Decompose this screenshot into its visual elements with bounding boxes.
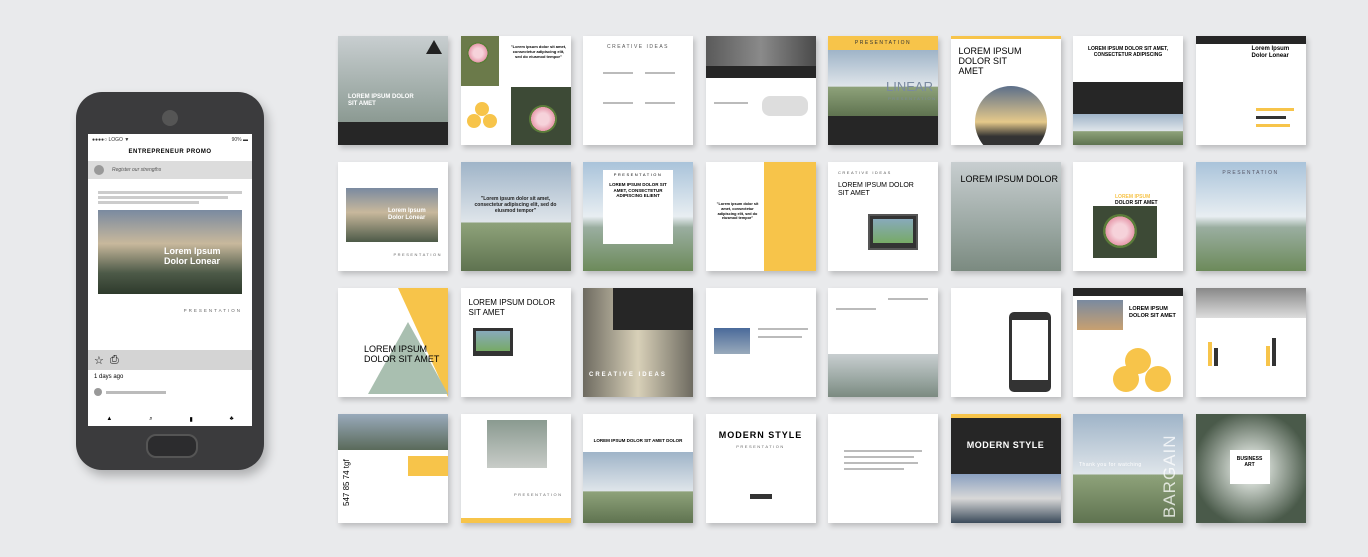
template-card[interactable]: Thank you for watching BARGAIN: [1073, 414, 1183, 523]
card-top: PRESENTATION: [613, 172, 663, 177]
template-card[interactable]: [705, 36, 816, 145]
days-ago: 1 days ago: [94, 374, 124, 380]
template-card[interactable]: LOREM IPSUM DOLOR SIT AMET: [1073, 288, 1183, 397]
template-card[interactable]: MODERN STYLE: [950, 414, 1061, 523]
template-card[interactable]: LOREM IPSUM DOLOR SIT AMET DOLOR: [583, 414, 693, 523]
comment-row: [94, 388, 166, 396]
card-sub: PRESENTATION: [888, 96, 937, 101]
template-card[interactable]: LOREM IPSUM DOLOR SIT AMET: [338, 36, 448, 145]
card-text: Thank you for watching: [1079, 462, 1142, 468]
search-icon[interactable]: ⌕: [149, 416, 152, 423]
card-title: MODERN STYLE: [718, 430, 803, 440]
monitor-icon: [472, 328, 513, 356]
template-card[interactable]: "Lorem ipsum dolor sit amet, consectetur…: [460, 36, 571, 145]
card-title: LOREM IPSUM DOLOR SIT AMET: [838, 182, 914, 197]
presentation-label: PRESENTATION: [183, 308, 242, 313]
status-bar: ●●●●○ LOGO ▼ 90% ▬: [88, 134, 252, 146]
template-card[interactable]: LOREM IPSUM DOLOR SIT AMET: [460, 288, 571, 397]
template-card[interactable]: CREATIVE IDEAS: [583, 288, 693, 397]
avatar: [94, 165, 104, 175]
avatar: [94, 388, 102, 396]
hex-icon: [465, 102, 505, 132]
card-title: Lorem Ipsum Dolor Lonear: [388, 208, 426, 221]
template-card[interactable]: LOREM IPSUM DOLOR SIT AMET: [1073, 162, 1183, 271]
card-title: LOREM IPSUM DOLOR SIT AMET: [364, 344, 440, 364]
template-card[interactable]: PRESENTATION: [460, 414, 571, 523]
template-card[interactable]: MODERN STYLE PRESENTATION: [705, 414, 816, 523]
phone-mockup: ●●●●○ LOGO ▼ 90% ▬ ENTREPRENEUR PROMO Re…: [76, 92, 264, 470]
template-card[interactable]: "Lorem ipsum dolor sit amet, consectetur…: [705, 162, 816, 271]
template-card[interactable]: PRESENTATION LOREM IPSUM DOLOR SIT AMET,…: [583, 162, 693, 271]
card-sub: PRESENTATION: [736, 444, 785, 449]
template-card[interactable]: [828, 414, 938, 523]
card-title: MODERN STYLE: [966, 440, 1045, 450]
template-card[interactable]: LOREM IPSUM DOLOR SIT AMET: [338, 288, 448, 397]
card-pres: PRESENTATION: [393, 252, 442, 257]
template-card[interactable]: BUSINESS ART: [1195, 414, 1306, 523]
template-card[interactable]: LOREM IPSUM DOLOR: [950, 162, 1061, 271]
status-left: ●●●●○ LOGO ▼: [92, 137, 130, 143]
card-title: LOREM IPSUM DOLOR SIT AMET, CONSECTETUR …: [609, 182, 667, 198]
map-icon: [761, 96, 808, 116]
template-card[interactable]: "Lorem ipsum dolor sit amet, consectetur…: [460, 162, 571, 271]
template-card[interactable]: Lorem Ipsum Dolor Lonear PRESENTATION: [338, 162, 448, 271]
template-card[interactable]: [1195, 288, 1306, 397]
phone-screen: ●●●●○ LOGO ▼ 90% ▬ ENTREPRENEUR PROMO Re…: [88, 134, 252, 426]
template-card[interactable]: CREATIVE IDEAS: [583, 36, 693, 145]
card-quote: "Lorem ipsum dolor sit amet, consectetur…: [474, 196, 557, 214]
card-quote: "Lorem ipsum dolor sit amet, consectetur…: [716, 202, 759, 221]
bottom-nav: ▲ ⌕ ▮ ♣: [88, 412, 252, 426]
home-button[interactable]: [146, 434, 198, 458]
card-title: Lorem Ipsum Dolor Lonear: [1251, 46, 1290, 59]
card-number: 547 85 74 tgf: [342, 459, 351, 506]
template-grid: LOREM IPSUM DOLOR SIT AMET "Lorem ipsum …: [338, 36, 1306, 523]
card-title: CREATIVE IDEAS: [589, 372, 667, 378]
template-card[interactable]: [950, 288, 1061, 397]
register-bar[interactable]: Register our strengths: [88, 161, 252, 179]
template-card[interactable]: 547 85 74 tgf: [338, 414, 448, 523]
template-card[interactable]: [828, 288, 938, 397]
post-image[interactable]: Lorem Ipsum Dolor Lonear: [98, 210, 242, 294]
card-title: LOREM IPSUM DOLOR SIT AMET: [468, 298, 556, 317]
card-big: LINEAR: [886, 79, 933, 94]
action-bar: ☆ ⎙: [88, 350, 252, 370]
card-big: BARGAIN: [1160, 434, 1179, 518]
card-title: LOREM IPSUM DOLOR SIT AMET: [1129, 306, 1176, 319]
template-card[interactable]: [705, 288, 816, 397]
card-title: BUSINESS ART: [1236, 456, 1263, 468]
card-title: LOREM IPSUM DOLOR SIT AMET: [348, 94, 414, 107]
template-card[interactable]: Lorem Ipsum Dolor Lonear: [1195, 36, 1306, 145]
card-title: PRESENTATION: [1222, 170, 1279, 176]
card-quote: "Lorem ipsum dolor sit amet, consectetur…: [510, 44, 567, 59]
promo-title: ENTREPRENEUR PROMO: [128, 149, 212, 155]
star-icon[interactable]: ☆: [94, 354, 104, 367]
phone-icon: [1008, 312, 1051, 392]
template-card[interactable]: PRESENTATION: [1195, 162, 1306, 271]
card-title: LOREM IPSUM DOLOR SIT AMET DOLOR: [593, 438, 683, 443]
home-icon[interactable]: ▲: [106, 416, 112, 422]
card-title: CREATIVE IDEAS: [606, 44, 670, 50]
card-pres: PRESENTATION: [513, 492, 563, 497]
phone-camera: [162, 110, 178, 126]
card-title: LOREM IPSUM DOLOR SIT AMET: [958, 46, 1022, 76]
monitor-icon: [868, 214, 918, 250]
card-title: LOREM IPSUM DOLOR: [960, 174, 1059, 184]
card-top: CREATIVE IDEAS: [838, 170, 892, 175]
card-title: LOREM IPSUM DOLOR SIT AMET, CONSECTETUR …: [1087, 46, 1169, 58]
template-card[interactable]: PRESENTATION LINEAR PRESENTATION: [828, 36, 938, 145]
register-text: Register our strengths: [112, 167, 162, 173]
card-top: PRESENTATION: [854, 40, 912, 46]
triangle-icon: [426, 40, 442, 54]
template-card[interactable]: CREATIVE IDEAS LOREM IPSUM DOLOR SIT AME…: [828, 162, 938, 271]
status-right: 90% ▬: [231, 137, 248, 143]
template-card[interactable]: LOREM IPSUM DOLOR SIT AMET, CONSECTETUR …: [1073, 36, 1183, 145]
post-image-title: Lorem Ipsum Dolor Lonear: [164, 246, 221, 266]
post-text: [88, 179, 252, 210]
profile-icon[interactable]: ♣: [230, 416, 234, 422]
stats-icon[interactable]: ▮: [189, 416, 192, 423]
template-card[interactable]: LOREM IPSUM DOLOR SIT AMET: [950, 36, 1061, 145]
share-icon[interactable]: ⎙: [110, 354, 119, 367]
